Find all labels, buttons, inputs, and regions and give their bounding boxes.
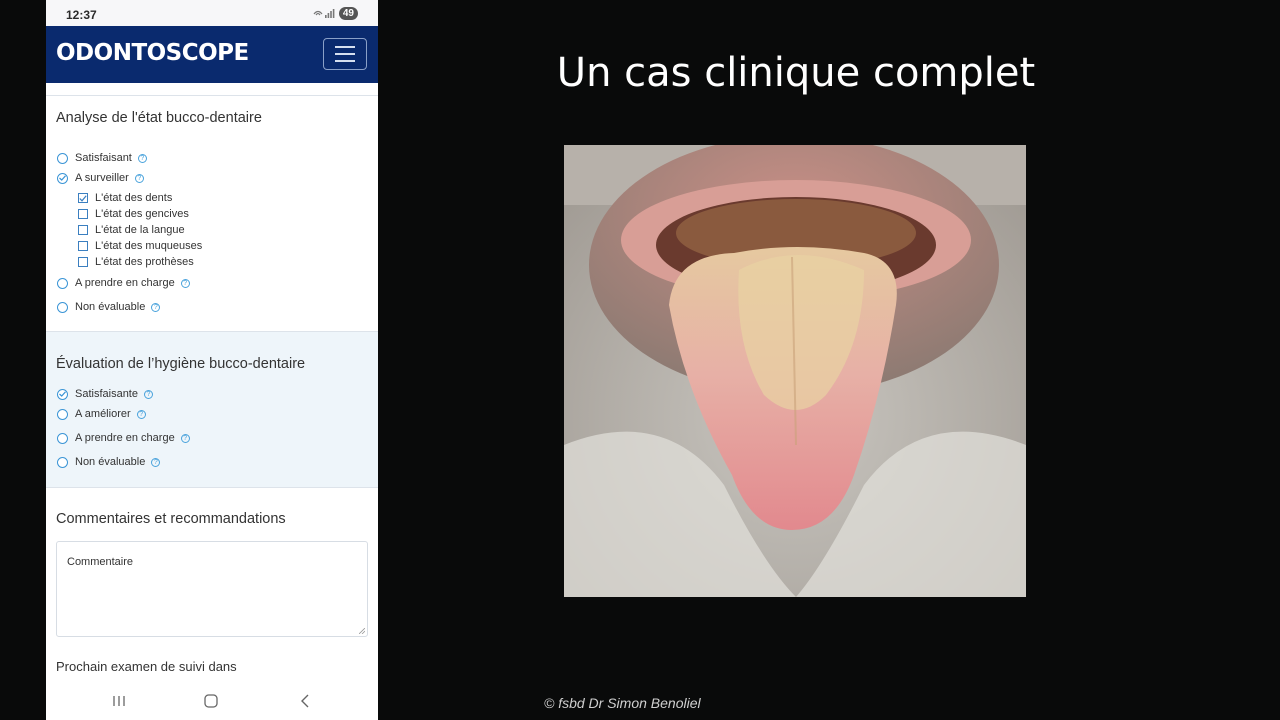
radio-a-surveiller[interactable]: A surveiller ? bbox=[57, 171, 144, 185]
menu-icon-bar bbox=[335, 53, 355, 55]
menu-icon-bar bbox=[335, 60, 355, 62]
photo-credit: © fsbd Dr Simon Benoliel bbox=[544, 695, 701, 711]
check-icon bbox=[59, 391, 66, 397]
recent-apps-icon bbox=[113, 696, 125, 706]
battery-indicator: 49 bbox=[338, 7, 358, 20]
help-icon[interactable]: ? bbox=[151, 302, 161, 312]
checkbox-label: L'état de la langue bbox=[95, 224, 185, 236]
help-icon[interactable]: ? bbox=[180, 278, 190, 288]
checkbox-etat-protheses[interactable]: L'état des prothèses bbox=[78, 255, 194, 269]
checkbox[interactable] bbox=[78, 241, 88, 251]
checkbox[interactable] bbox=[78, 257, 88, 267]
checkbox-label: L'état des prothèses bbox=[95, 256, 194, 268]
next-exam-label: Prochain examen de suivi dans bbox=[56, 659, 237, 674]
checkbox[interactable] bbox=[78, 209, 88, 219]
checkbox-etat-langue[interactable]: L'état de la langue bbox=[78, 223, 185, 237]
back-button[interactable] bbox=[293, 692, 317, 710]
home-icon bbox=[204, 694, 218, 708]
signal-icon bbox=[313, 8, 335, 20]
app-header: ODONTOSCOPE bbox=[46, 26, 378, 83]
home-button[interactable] bbox=[199, 692, 223, 710]
tongue-photo-illustration bbox=[564, 145, 1026, 597]
checkbox-label: L'état des gencives bbox=[95, 208, 189, 220]
help-icon[interactable]: ? bbox=[137, 153, 147, 163]
recent-apps-button[interactable] bbox=[107, 692, 131, 710]
comments-title: Commentaires et recommandations bbox=[56, 511, 286, 527]
radio-satisfaisante[interactable]: Satisfaisante ? bbox=[57, 387, 153, 401]
checkbox-label: L'état des dents bbox=[95, 192, 173, 204]
help-icon[interactable]: ? bbox=[151, 457, 161, 467]
form-content[interactable]: Analyse de l'état bucco-dentaire Satisfa… bbox=[46, 83, 378, 683]
phone-screenshot: 12:37 49 ODONTOSCOPE Analyse de l'état b… bbox=[46, 0, 378, 720]
option-label: A surveiller bbox=[75, 172, 129, 184]
option-label: Satisfaisant bbox=[75, 152, 132, 164]
option-label: A prendre en charge bbox=[75, 277, 175, 289]
radio-non-evaluable[interactable]: Non évaluable ? bbox=[57, 300, 161, 314]
help-icon[interactable]: ? bbox=[134, 173, 144, 183]
radio-circle[interactable] bbox=[57, 432, 68, 444]
option-label: Non évaluable bbox=[75, 301, 146, 313]
radio-circle[interactable] bbox=[57, 301, 68, 313]
checkbox-etat-dents[interactable]: L'état des dents bbox=[78, 191, 172, 205]
radio-circle[interactable] bbox=[57, 408, 68, 420]
app-logo[interactable]: ODONTOSCOPE bbox=[56, 40, 249, 66]
option-label: Satisfaisante bbox=[75, 388, 138, 400]
radio-non-evaluable[interactable]: Non évaluable ? bbox=[57, 455, 161, 469]
status-bar: 12:37 49 bbox=[46, 0, 378, 26]
radio-circle-checked[interactable] bbox=[57, 388, 68, 400]
radio-circle-checked[interactable] bbox=[57, 172, 68, 184]
android-nav-bar bbox=[46, 683, 378, 720]
help-icon[interactable]: ? bbox=[143, 389, 153, 399]
menu-icon-bar bbox=[335, 46, 355, 48]
check-icon bbox=[79, 194, 87, 202]
radio-circle[interactable] bbox=[57, 456, 68, 468]
status-time: 12:37 bbox=[66, 8, 97, 22]
hygiene-section: Évaluation de l’hygiène bucco-dentaire S… bbox=[46, 332, 378, 488]
radio-a-prendre-en-charge[interactable]: A prendre en charge ? bbox=[57, 276, 190, 290]
checkbox-etat-muqueuses[interactable]: L'état des muqueuses bbox=[78, 239, 202, 253]
radio-satisfaisant[interactable]: Satisfaisant ? bbox=[57, 151, 147, 165]
radio-circle[interactable] bbox=[57, 152, 68, 164]
oral-state-title: Analyse de l'état bucco-dentaire bbox=[56, 110, 262, 126]
hamburger-menu-button[interactable] bbox=[323, 38, 367, 70]
check-icon bbox=[59, 175, 66, 181]
option-label: Non évaluable bbox=[75, 456, 146, 468]
comment-placeholder: Commentaire bbox=[67, 556, 134, 568]
checkbox-checked[interactable] bbox=[78, 193, 88, 203]
checkbox[interactable] bbox=[78, 225, 88, 235]
checkbox-label: L'état des muqueuses bbox=[95, 240, 203, 252]
radio-circle[interactable] bbox=[57, 277, 68, 289]
slide-title: Un cas clinique complet bbox=[556, 50, 1036, 96]
hygiene-title: Évaluation de l’hygiène bucco-dentaire bbox=[56, 356, 306, 372]
comment-textarea[interactable]: Commentaire bbox=[56, 541, 368, 637]
help-icon[interactable]: ? bbox=[180, 433, 190, 443]
status-icons: 49 bbox=[313, 7, 358, 20]
help-icon[interactable]: ? bbox=[136, 409, 146, 419]
resize-handle-icon[interactable] bbox=[359, 628, 365, 634]
back-icon bbox=[301, 694, 309, 708]
oral-state-section: Analyse de l'état bucco-dentaire Satisfa… bbox=[46, 95, 378, 332]
option-label: A prendre en charge bbox=[75, 432, 175, 444]
radio-a-prendre-en-charge[interactable]: A prendre en charge ? bbox=[57, 431, 190, 445]
option-label: A améliorer bbox=[75, 408, 131, 420]
clinical-photo-tongue bbox=[564, 145, 1026, 597]
checkbox-etat-gencives[interactable]: L'état des gencives bbox=[78, 207, 189, 221]
radio-a-ameliorer[interactable]: A améliorer ? bbox=[57, 407, 146, 421]
